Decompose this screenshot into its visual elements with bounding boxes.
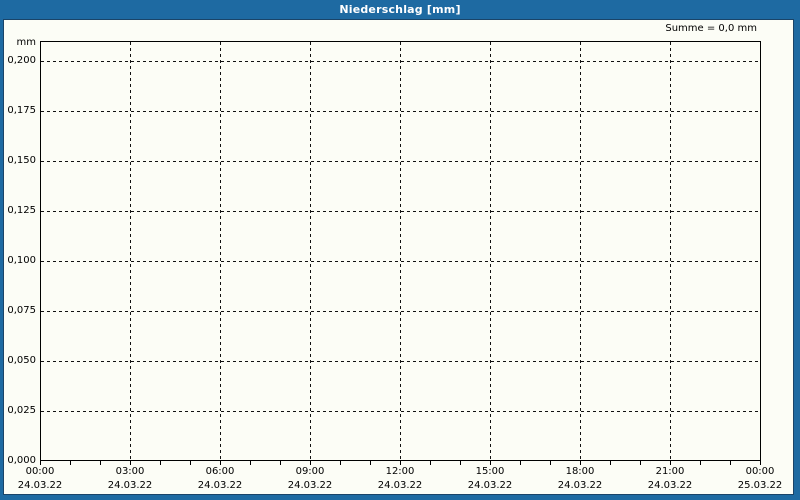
x-tick-date-label: 24.03.22	[557, 480, 603, 491]
x-axis-tick	[190, 461, 191, 465]
x-axis-tick	[400, 461, 401, 465]
x-axis-tick	[460, 461, 461, 465]
x-gridline	[220, 42, 221, 460]
x-tick-date-label: 24.03.22	[377, 480, 423, 491]
x-axis-tick	[430, 461, 431, 465]
x-tick-time-label: 00:00	[25, 466, 55, 477]
x-axis-tick	[520, 461, 521, 465]
x-axis-tick	[310, 461, 311, 465]
x-axis-tick	[640, 461, 641, 465]
x-gridline	[400, 42, 401, 460]
x-tick-date-label: 24.03.22	[17, 480, 63, 491]
x-axis-tick	[760, 461, 761, 465]
y-tick-label: 0,150	[7, 155, 36, 166]
y-tick-label: 0,050	[7, 355, 36, 366]
x-gridline	[670, 42, 671, 460]
x-tick-time-label: 18:00	[565, 466, 595, 477]
x-axis-tick	[220, 461, 221, 465]
y-tick-label: 0,075	[7, 305, 36, 316]
x-axis-tick	[580, 461, 581, 465]
x-axis-tick	[40, 461, 41, 465]
y-tick-label: 0,125	[7, 205, 36, 216]
x-tick-time-label: 15:00	[475, 466, 505, 477]
y-tick-label: 0,175	[7, 105, 36, 116]
x-tick-time-label: 21:00	[655, 466, 685, 477]
x-tick-time-label: 00:00	[745, 466, 775, 477]
y-tick-label: 0,200	[7, 55, 36, 66]
plot-area	[40, 41, 761, 461]
x-tick-date-label: 24.03.22	[197, 480, 243, 491]
x-axis-tick	[670, 461, 671, 465]
x-tick-date-label: 24.03.22	[287, 480, 333, 491]
chart-window: Niederschlag [mm] Summe = 0,0 mm mm 0,20…	[0, 0, 800, 500]
chart-layer: Summe = 0,0 mm mm 0,200 0,175 0,150 0,125 0,…	[0, 0, 800, 500]
y-tick-label: 0,025	[7, 405, 36, 416]
x-axis-tick	[370, 461, 371, 465]
x-axis-tick	[100, 461, 101, 465]
x-gridline	[130, 42, 131, 460]
x-axis-tick	[130, 461, 131, 465]
sum-annotation: Summe = 0,0 mm	[665, 23, 757, 34]
x-axis-tick	[550, 461, 551, 465]
x-tick-time-label: 06:00	[205, 466, 235, 477]
x-axis-tick	[700, 461, 701, 465]
y-axis-unit-label: mm	[16, 37, 36, 48]
y-tick-label: 0,100	[7, 255, 36, 266]
x-tick-date-label: 25.03.22	[737, 480, 783, 491]
x-gridline	[580, 42, 581, 460]
x-tick-time-label: 03:00	[115, 466, 145, 477]
x-axis-tick	[280, 461, 281, 465]
x-axis-tick	[730, 461, 731, 465]
x-gridline	[490, 42, 491, 460]
x-tick-date-label: 24.03.22	[107, 480, 153, 491]
x-tick-time-label: 09:00	[295, 466, 325, 477]
x-axis-tick	[160, 461, 161, 465]
x-gridline	[310, 42, 311, 460]
x-axis-tick	[610, 461, 611, 465]
x-tick-date-label: 24.03.22	[647, 480, 693, 491]
x-axis-tick	[70, 461, 71, 465]
x-axis-tick	[490, 461, 491, 465]
x-tick-date-label: 24.03.22	[467, 480, 513, 491]
x-axis-tick	[340, 461, 341, 465]
x-axis-tick	[250, 461, 251, 465]
x-tick-time-label: 12:00	[385, 466, 415, 477]
